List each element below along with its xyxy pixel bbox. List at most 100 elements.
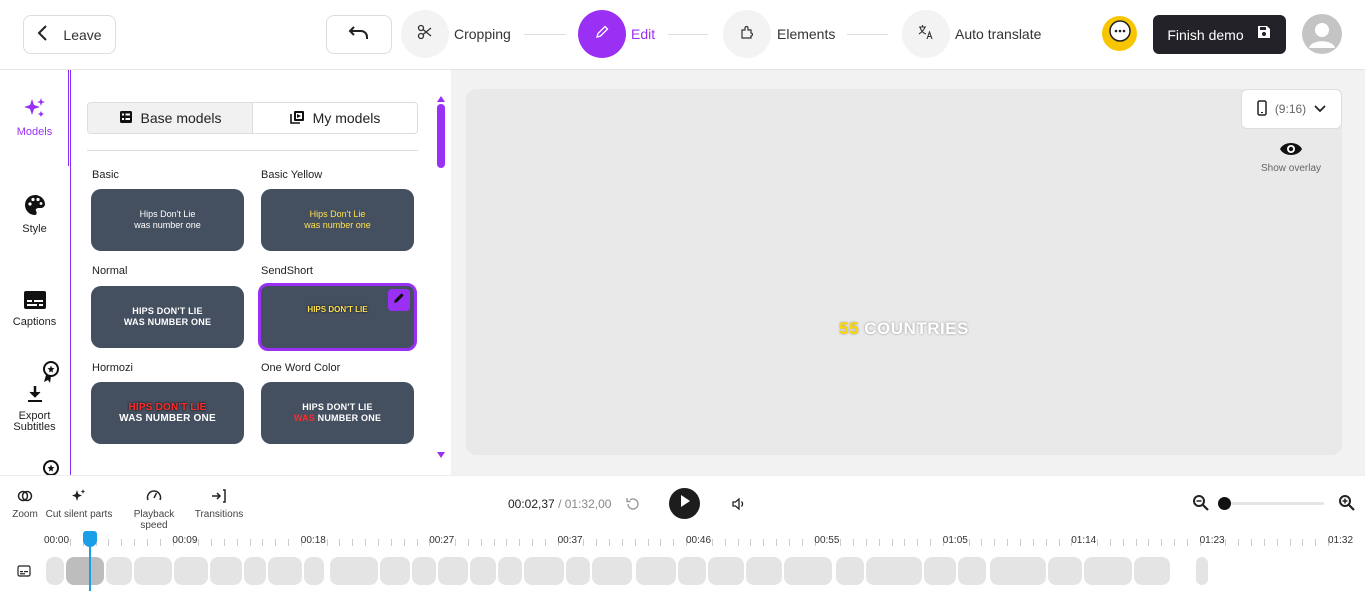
avatar[interactable]	[1302, 14, 1342, 54]
tool-label: Cut silent parts	[45, 509, 113, 520]
preview-caption: 55 COUNTRIES	[466, 319, 1342, 339]
sparkles-icon	[23, 98, 47, 123]
leave-button[interactable]: Leave	[23, 15, 116, 54]
caption-segment[interactable]	[566, 557, 590, 585]
caption-segment[interactable]	[924, 557, 956, 585]
model-card-basic[interactable]: Hips Don't Lie was number one	[91, 189, 244, 251]
model-preview-line: WAS NUMBER ONE	[123, 317, 212, 327]
step-cropping-icon-wrap[interactable]	[401, 10, 449, 58]
timeline-tick	[840, 539, 842, 546]
caption-segment[interactable]	[174, 557, 208, 585]
step-elements-label[interactable]: Elements	[777, 26, 835, 42]
scrollbar[interactable]	[437, 90, 445, 458]
caption-segment[interactable]	[380, 557, 410, 585]
model-title: One Word Color	[261, 362, 341, 374]
timeline-tick-label: 01:14	[1071, 535, 1097, 546]
zoom-slider[interactable]	[1218, 497, 1324, 510]
step-translate-label[interactable]: Auto translate	[955, 26, 1041, 42]
zoom-out-icon[interactable]	[1192, 494, 1210, 517]
playhead[interactable]	[83, 531, 98, 591]
caption-segment[interactable]	[210, 557, 242, 585]
tool-playback-speed[interactable]: Playback speed	[119, 488, 189, 531]
timeline-tick	[1238, 539, 1240, 546]
caption-segment[interactable]	[412, 557, 436, 585]
aspect-ratio-select[interactable]: (9:16)	[1241, 89, 1342, 129]
caption-segment[interactable]	[592, 557, 632, 585]
scroll-down-icon[interactable]	[437, 446, 445, 464]
tab-base-models[interactable]: Base models	[88, 103, 253, 133]
caption-segment[interactable]	[46, 557, 64, 585]
tool-cut-silent-parts[interactable]: Cut silent parts	[44, 488, 114, 520]
undo-button[interactable]	[326, 15, 392, 54]
timeline-tick	[673, 539, 675, 546]
play-button[interactable]	[669, 488, 700, 519]
timeline-tick	[711, 539, 713, 546]
caption-segment[interactable]	[746, 557, 782, 585]
caption-segment[interactable]	[470, 557, 496, 585]
caption-segment[interactable]	[678, 557, 706, 585]
model-card-normal[interactable]: HIPS DON'T LIE WAS NUMBER ONE	[91, 286, 244, 348]
edit-model-button[interactable]	[388, 289, 410, 311]
model-card-basic-yellow[interactable]: Hips Don't Lie was number one	[261, 189, 414, 251]
sidebar-item-export-subtitles[interactable]: Export Subtitles	[0, 384, 69, 433]
volume-icon[interactable]	[731, 496, 747, 517]
model-card-hormozi[interactable]: HIPS DON'T LIE WAS NUMBER ONE	[91, 382, 244, 444]
video-preview[interactable]: 55 COUNTRIES	[466, 89, 1342, 455]
caption-segment[interactable]	[1084, 557, 1132, 585]
timeline-tick-label: 00:27	[429, 535, 455, 546]
caption-segment[interactable]	[866, 557, 922, 585]
undo-icon	[348, 26, 370, 43]
caption-segment[interactable]	[244, 557, 266, 585]
show-overlay-toggle[interactable]: Show overlay	[1256, 138, 1326, 174]
caption-segment[interactable]	[106, 557, 132, 585]
palette-icon	[23, 195, 47, 220]
tool-zoom[interactable]: Zoom	[10, 488, 40, 520]
caption-segment[interactable]	[636, 557, 676, 585]
caption-segment[interactable]	[1048, 557, 1082, 585]
replay-icon[interactable]	[625, 496, 641, 517]
caption-segment[interactable]	[836, 557, 864, 585]
caption-segment[interactable]	[990, 557, 1046, 585]
finish-demo-button[interactable]: Finish demo	[1153, 15, 1286, 54]
caption-segment[interactable]	[958, 557, 986, 585]
step-elements-icon-wrap[interactable]	[723, 10, 771, 58]
caption-segment[interactable]	[1134, 557, 1170, 585]
timeline-tick	[467, 539, 469, 546]
chat-support-button[interactable]	[1102, 16, 1137, 51]
timeline-tick	[647, 539, 649, 546]
sidebar-item-style[interactable]: Style	[0, 193, 69, 235]
sidebar-item-label: Models	[16, 126, 53, 138]
eye-icon	[1279, 143, 1303, 164]
timeline-tick-label: 01:32	[1328, 535, 1354, 546]
caption-segment[interactable]	[134, 557, 172, 585]
caption-segment[interactable]	[708, 557, 744, 585]
caption-segment[interactable]	[438, 557, 468, 585]
playhead-line	[89, 545, 92, 591]
caption-segment[interactable]	[330, 557, 378, 585]
caption-segment[interactable]	[784, 557, 832, 585]
caption-segment[interactable]	[268, 557, 302, 585]
zoom-in-icon[interactable]	[1338, 494, 1356, 517]
step-edit-label[interactable]: Edit	[631, 26, 655, 42]
model-card-one-word-color[interactable]: HIPS DON'T LIE WAS NUMBER ONE	[261, 382, 414, 444]
timeline-tick	[69, 539, 71, 546]
timeline[interactable]: 00:00 00:09 00:18 00:27 00:37 00:46 00:55 01:05…	[0, 531, 1365, 598]
current-time: 00:02,37	[508, 497, 555, 511]
step-translate-icon-wrap[interactable]	[902, 10, 950, 58]
scroll-thumb[interactable]	[437, 104, 445, 168]
timeline-tick	[1109, 539, 1111, 546]
caption-segment[interactable]	[524, 557, 564, 585]
timeline-tick	[416, 539, 418, 546]
zoom-slider-handle[interactable]	[1218, 497, 1231, 510]
timeline-tick	[1148, 539, 1150, 546]
caption-segment[interactable]	[1196, 557, 1208, 585]
step-cropping-label[interactable]: Cropping	[454, 26, 511, 42]
caption-segment[interactable]	[304, 557, 324, 585]
tab-my-models[interactable]: My models	[253, 103, 417, 133]
step-edit-icon-wrap[interactable]	[578, 10, 626, 58]
sidebar-item-captions[interactable]: Captions	[0, 290, 69, 328]
sidebar-item-models[interactable]: Models	[0, 96, 69, 138]
timeline-tick	[403, 539, 405, 546]
tool-transitions[interactable]: Transitions	[193, 488, 245, 520]
caption-segment[interactable]	[498, 557, 522, 585]
